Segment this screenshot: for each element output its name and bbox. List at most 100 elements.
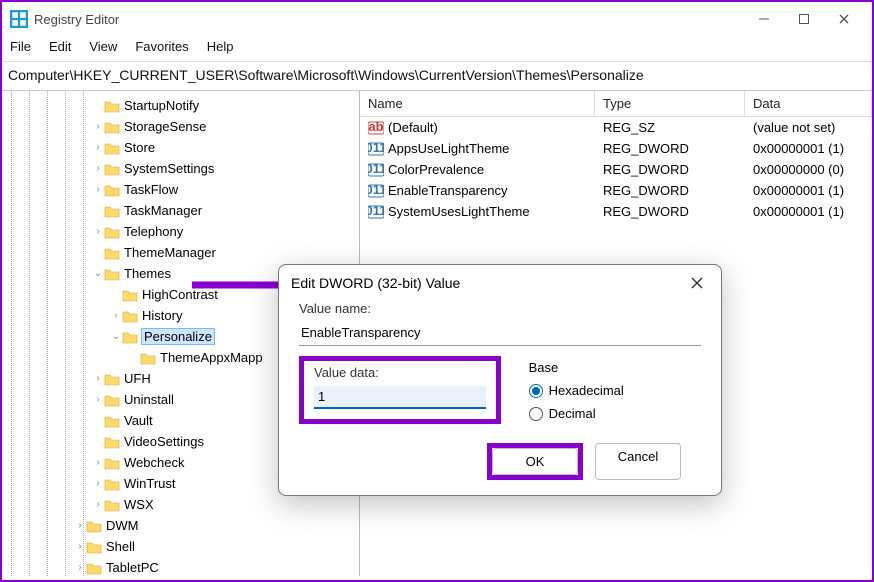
value-type: REG_DWORD bbox=[595, 201, 745, 222]
expand-icon[interactable]: › bbox=[92, 478, 104, 489]
expand-icon[interactable]: › bbox=[92, 499, 104, 510]
list-item[interactable]: 011AppsUseLightThemeREG_DWORD0x00000001 … bbox=[360, 138, 872, 159]
expand-icon[interactable]: › bbox=[74, 541, 86, 552]
tree-label: HighContrast bbox=[142, 287, 218, 302]
minimize-button[interactable] bbox=[744, 5, 784, 33]
value-name: (Default) bbox=[388, 120, 438, 135]
tree-item[interactable]: ›Telephony bbox=[2, 221, 359, 242]
tree-item[interactable]: › TaskFlow bbox=[2, 179, 359, 200]
value-type: REG_DWORD bbox=[595, 180, 745, 201]
tree-item[interactable]: › TabletPC bbox=[2, 557, 359, 576]
menu-help[interactable]: Help bbox=[207, 39, 234, 54]
expand-icon[interactable]: › bbox=[92, 184, 104, 195]
value-data-input[interactable] bbox=[314, 386, 486, 409]
tree-label: StartupNotify bbox=[124, 98, 199, 113]
list-item[interactable]: 011EnableTransparencyREG_DWORD0x00000001… bbox=[360, 180, 872, 201]
tree-item[interactable]: ThemeManager bbox=[2, 242, 359, 263]
folder-icon bbox=[104, 246, 124, 260]
ok-button[interactable]: OK bbox=[492, 448, 578, 475]
tree-label: DWM bbox=[106, 518, 139, 533]
tree-label: SystemSettings bbox=[124, 161, 214, 176]
expand-icon[interactable]: › bbox=[74, 562, 86, 573]
address-bar[interactable]: Computer\HKEY_CURRENT_USER\Software\Micr… bbox=[2, 62, 872, 90]
list-item[interactable]: ab (Default) REG_SZ(value not set) bbox=[360, 117, 872, 138]
radio-icon bbox=[529, 384, 543, 398]
menu-file[interactable]: File bbox=[10, 39, 31, 54]
expand-icon[interactable]: › bbox=[110, 310, 122, 321]
value-icon: 011 bbox=[368, 142, 384, 156]
menu-favorites[interactable]: Favorites bbox=[135, 39, 188, 54]
value-data: 0x00000000 (0) bbox=[745, 159, 872, 180]
value-icon: ab bbox=[368, 121, 384, 135]
dialog-close-button[interactable] bbox=[685, 275, 709, 291]
tree-item[interactable]: TaskManager bbox=[2, 200, 359, 221]
maximize-button[interactable] bbox=[784, 5, 824, 33]
tree-item[interactable]: › StorageSense bbox=[2, 116, 359, 137]
tree-label: VideoSettings bbox=[124, 434, 204, 449]
expand-icon[interactable]: ⌄ bbox=[92, 268, 104, 279]
folder-icon bbox=[104, 120, 124, 134]
folder-icon bbox=[104, 99, 124, 113]
cancel-button[interactable]: Cancel bbox=[595, 443, 681, 480]
value-name-field[interactable]: EnableTransparency bbox=[299, 322, 701, 346]
tree-label: TaskFlow bbox=[124, 182, 178, 197]
base-label: Base bbox=[529, 360, 624, 375]
tree-item[interactable]: ›Shell bbox=[2, 536, 359, 557]
menubar: File Edit View Favorites Help bbox=[2, 36, 872, 61]
value-type: REG_DWORD bbox=[595, 138, 745, 159]
value-data: 0x00000001 (1) bbox=[745, 138, 872, 159]
value-data-label: Value data: bbox=[314, 365, 486, 380]
list-item[interactable]: 011ColorPrevalenceREG_DWORD0x00000000 (0… bbox=[360, 159, 872, 180]
tree-label: ThemeManager bbox=[124, 245, 216, 260]
svg-text:011: 011 bbox=[368, 163, 384, 176]
tree-label: WSX bbox=[124, 497, 154, 512]
expand-icon[interactable]: › bbox=[74, 520, 86, 531]
tree-label: Uninstall bbox=[124, 392, 174, 407]
radio-hexadecimal[interactable]: Hexadecimal bbox=[529, 383, 624, 398]
radio-dec-label: Decimal bbox=[549, 406, 596, 421]
folder-icon bbox=[122, 330, 142, 344]
expand-icon[interactable]: ⌄ bbox=[110, 331, 122, 342]
dialog-titlebar: Edit DWORD (32-bit) Value bbox=[279, 265, 721, 293]
expand-icon[interactable]: › bbox=[92, 121, 104, 132]
column-data[interactable]: Data bbox=[745, 91, 872, 116]
menu-edit[interactable]: Edit bbox=[49, 39, 71, 54]
column-type[interactable]: Type bbox=[595, 91, 745, 116]
value-data: (value not set) bbox=[745, 117, 872, 138]
tree-item[interactable]: › SystemSettings bbox=[2, 158, 359, 179]
dialog-title: Edit DWORD (32-bit) Value bbox=[291, 275, 685, 291]
folder-icon bbox=[104, 456, 124, 470]
folder-icon bbox=[104, 498, 124, 512]
expand-icon[interactable]: › bbox=[92, 394, 104, 405]
tree-label: StorageSense bbox=[124, 119, 206, 134]
tree-label: TaskManager bbox=[124, 203, 202, 218]
value-name: EnableTransparency bbox=[388, 183, 507, 198]
tree-item[interactable]: StartupNotify bbox=[2, 95, 359, 116]
folder-icon bbox=[104, 393, 124, 407]
regedit-icon bbox=[10, 10, 28, 28]
list-header[interactable]: Name Type Data bbox=[360, 91, 872, 117]
tree-item[interactable]: › WSX bbox=[2, 494, 359, 515]
tree-label: Store bbox=[124, 140, 155, 155]
tree-label: TabletPC bbox=[106, 560, 159, 575]
column-name[interactable]: Name bbox=[360, 91, 595, 116]
expand-icon[interactable]: › bbox=[92, 163, 104, 174]
titlebar: Registry Editor bbox=[2, 2, 872, 36]
expand-icon[interactable]: › bbox=[92, 373, 104, 384]
expand-icon[interactable]: › bbox=[92, 226, 104, 237]
tree-label: Themes bbox=[124, 266, 171, 281]
expand-icon[interactable]: › bbox=[92, 457, 104, 468]
folder-icon bbox=[104, 414, 124, 428]
list-item[interactable]: 011SystemUsesLightThemeREG_DWORD0x000000… bbox=[360, 201, 872, 222]
folder-icon bbox=[104, 435, 124, 449]
value-type: REG_SZ bbox=[595, 117, 745, 138]
folder-icon bbox=[104, 141, 124, 155]
menu-view[interactable]: View bbox=[89, 39, 117, 54]
folder-icon bbox=[104, 372, 124, 386]
tree-item[interactable]: › DWM bbox=[2, 515, 359, 536]
tree-item[interactable]: › Store bbox=[2, 137, 359, 158]
value-icon: 011 bbox=[368, 163, 384, 177]
expand-icon[interactable]: › bbox=[92, 142, 104, 153]
radio-decimal[interactable]: Decimal bbox=[529, 406, 624, 421]
close-button[interactable] bbox=[824, 5, 864, 33]
